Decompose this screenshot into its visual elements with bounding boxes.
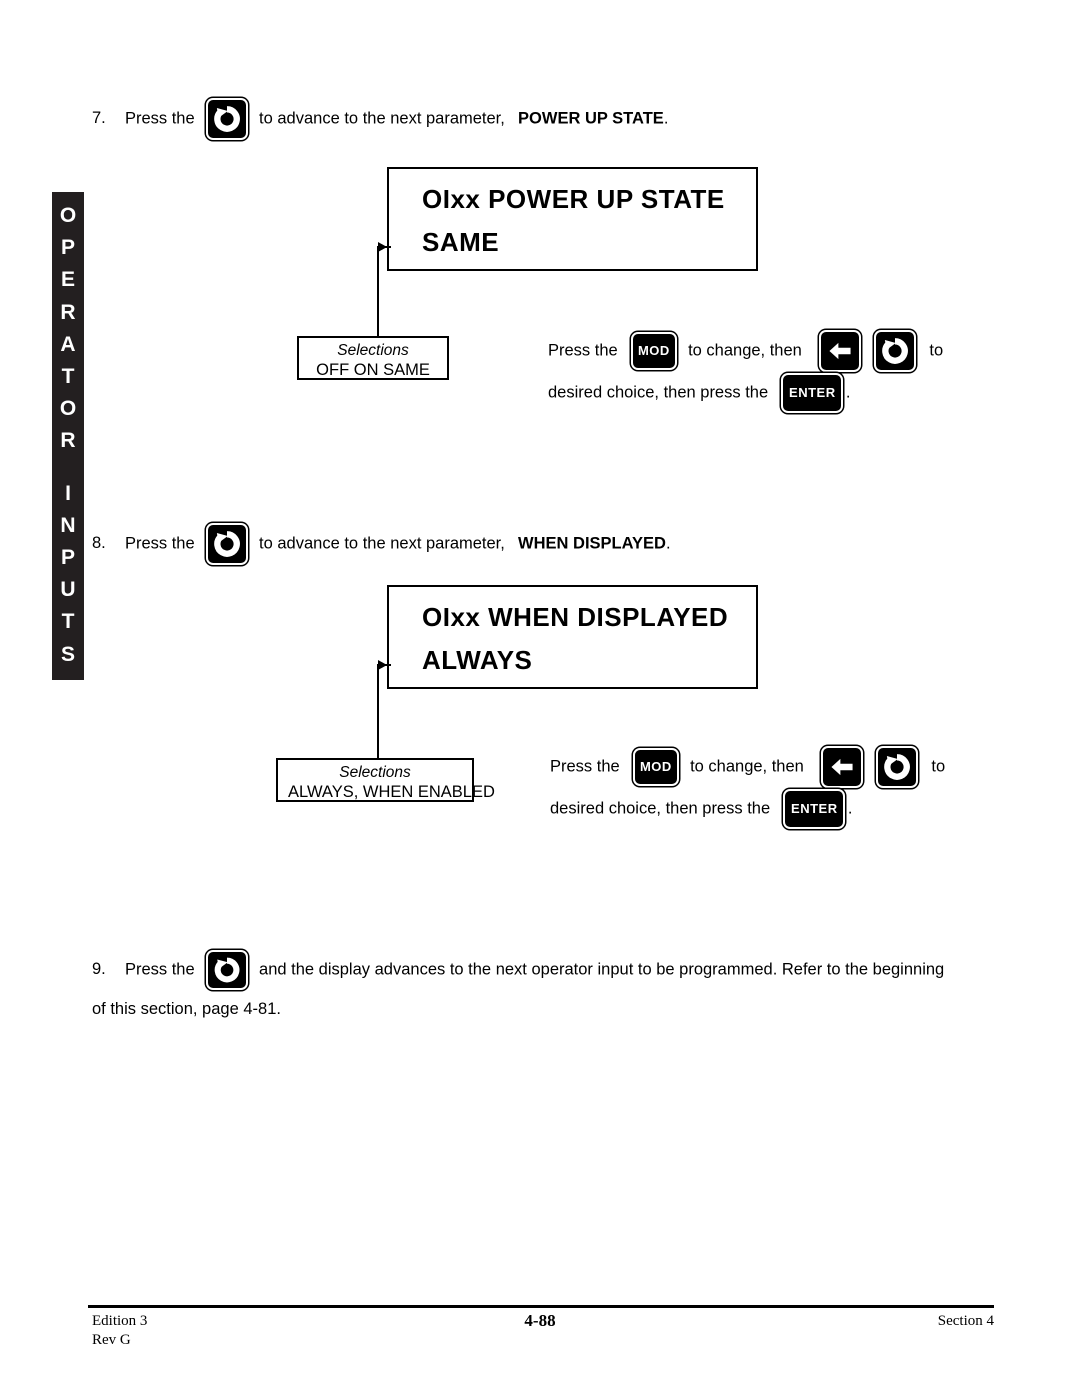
step-9-line-1: 9. Press the and the display advances to… (92, 952, 944, 988)
leader-arrowhead (378, 242, 387, 252)
tab-letter: P (60, 546, 75, 570)
tab-letter: R (60, 300, 76, 324)
selections-title: Selections (337, 342, 409, 359)
footer-page-number: 4-88 (524, 1311, 556, 1330)
selections-values: OFF ON SAME (316, 361, 430, 379)
step-8-period: . (665, 534, 671, 553)
instruction-text-to: to (929, 341, 944, 360)
instruction-text-to-change: to change, then (690, 757, 804, 776)
enter-key[interactable]: ENTER (783, 375, 842, 411)
tab-letter: S (60, 642, 75, 666)
step-8-number: 8. (92, 534, 106, 553)
display-line-2: SAME (422, 227, 500, 257)
step-9-text-line2: of this section, page 4-81. (92, 1000, 281, 1018)
step-7-period: . (663, 109, 669, 128)
leader-arrowhead (378, 660, 387, 670)
instruction-text-desired-choice: desired choice, then press the (548, 383, 769, 402)
tab-letter: O (59, 397, 77, 421)
instruction-text-desired-choice: desired choice, then press the (550, 799, 771, 818)
leader-line-vertical (377, 664, 379, 760)
step-8-text-before: Press the (124, 534, 195, 553)
display-line-2: ALWAYS (422, 645, 533, 675)
display-line-1: OIxx POWER UP STATE (422, 184, 725, 214)
step-9-number: 9. (92, 960, 106, 979)
left-arrow-key[interactable] (821, 332, 860, 370)
step-9-text-before: Press the (124, 960, 195, 979)
round-arrow-key[interactable] (878, 748, 917, 786)
display-box-when-displayed: OIxx WHEN DISPLAYED ALWAYS (387, 585, 758, 689)
tab-letter: P (60, 236, 75, 260)
instruction-text-to-change: to change, then (688, 341, 802, 360)
mod-key-label: MOD (639, 759, 672, 774)
instruction-text-period: . (845, 383, 851, 402)
step-8-parameter: WHEN DISPLAYED (518, 534, 666, 553)
footer-divider (88, 1305, 994, 1308)
tab-letter: N (60, 513, 76, 537)
selections-box-when-displayed: Selections ALWAYS, WHEN ENABLED (276, 758, 495, 802)
enter-key-label: ENTER (791, 801, 838, 816)
leader-line-vertical (377, 246, 379, 338)
step-7-text-before: Press the (124, 109, 195, 128)
tab-letter: I (65, 481, 71, 505)
selections-title: Selections (339, 764, 411, 781)
instruction-block-1-line-2: desired choice, then press the ENTER . (548, 375, 851, 411)
round-arrow-key[interactable] (207, 952, 246, 988)
enter-key-label: ENTER (789, 385, 836, 400)
instruction-block-2-line-1: Press the MOD to change, then to (550, 748, 945, 786)
tab-letter: T (61, 365, 75, 389)
left-arrow-key[interactable] (823, 748, 862, 786)
step-9-text-after: and the display advances to the next ope… (259, 960, 945, 979)
enter-key[interactable]: ENTER (785, 791, 844, 827)
mod-key[interactable]: MOD (632, 334, 675, 368)
tab-letter: U (60, 578, 76, 602)
instruction-text-press-the: Press the (548, 341, 618, 360)
footer-section: Section 4 (937, 1313, 994, 1329)
selections-box-power-up-state: Selections OFF ON SAME (297, 336, 449, 380)
instruction-text-to: to (931, 757, 946, 776)
tab-letter: T (61, 610, 75, 634)
tab-letter: E (60, 268, 75, 292)
display-box-power-up-state: OIxx POWER UP STATE SAME (387, 167, 758, 271)
instruction-block-1-line-1: Press the MOD to change, then to (548, 332, 943, 370)
mod-key[interactable]: MOD (634, 750, 677, 784)
instruction-block-2-line-2: desired choice, then press the ENTER . (550, 791, 853, 827)
step-7-parameter: POWER UP STATE (518, 109, 664, 128)
step-9-line-2: of this section, page 4-81. (92, 997, 281, 1021)
instruction-text-press-the: Press the (550, 757, 620, 776)
step-7-text-after: to advance to the next parameter, (259, 109, 505, 128)
round-arrow-key[interactable] (876, 332, 915, 370)
footer-revision: Rev G (92, 1332, 131, 1348)
instruction-text-period: . (847, 799, 853, 818)
section-tab-operator-inputs: O P E R A T O R I N P U T S (52, 192, 84, 680)
round-arrow-key[interactable] (207, 100, 246, 138)
step-8-text-after: to advance to the next parameter, (259, 534, 505, 553)
step-7-line: 7. Press the to advance to the next para… (92, 100, 668, 138)
selections-values: ALWAYS, WHEN ENABLED (288, 783, 495, 801)
round-arrow-key[interactable] (207, 525, 246, 563)
mod-key-label: MOD (637, 343, 670, 358)
tab-letter: A (60, 332, 76, 356)
step-8-line: 8. Press the to advance to the next para… (92, 525, 671, 563)
tab-letter: R (60, 429, 76, 453)
display-line-1: OIxx WHEN DISPLAYED (422, 602, 729, 632)
step-7-number: 7. (92, 109, 106, 128)
tab-letter: O (59, 204, 77, 227)
